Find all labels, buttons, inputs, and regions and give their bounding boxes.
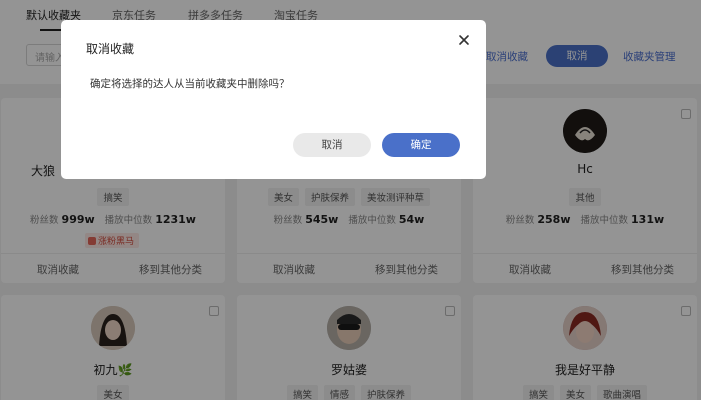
dialog-title: 取消收藏 xyxy=(86,42,135,56)
dialog-confirm-button[interactable]: 确定 xyxy=(382,133,460,157)
dialog-cancel-button[interactable]: 取消 xyxy=(293,133,371,157)
confirm-dialog: 取消收藏 确定将选择的达人从当前收藏夹中删除吗？ 取消 确定 xyxy=(61,20,486,179)
close-icon[interactable] xyxy=(456,32,472,48)
dialog-message: 确定将选择的达人从当前收藏夹中删除吗？ xyxy=(90,78,290,90)
